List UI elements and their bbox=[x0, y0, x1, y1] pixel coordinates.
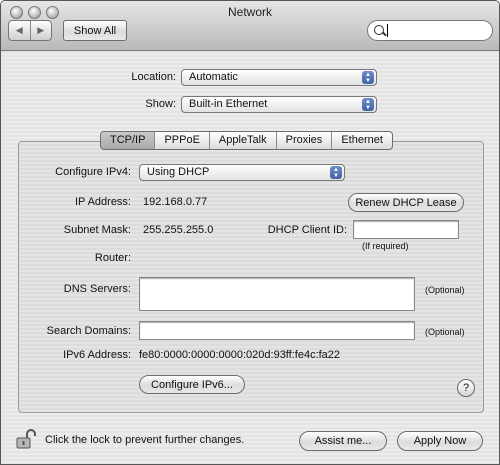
show-all-button[interactable]: Show All bbox=[63, 20, 127, 41]
unlocked-padlock-icon[interactable] bbox=[16, 428, 38, 450]
text-cursor bbox=[387, 24, 388, 37]
configure-ipv4-value: Using DHCP bbox=[147, 166, 210, 178]
location-label: Location: bbox=[131, 71, 176, 83]
tab-proxies[interactable]: Proxies bbox=[277, 132, 333, 149]
help-button[interactable]: ? bbox=[457, 379, 475, 397]
show-value: Built-in Ethernet bbox=[189, 98, 268, 110]
tab-tcpip[interactable]: TCP/IP bbox=[101, 132, 156, 149]
location-value: Automatic bbox=[189, 71, 238, 83]
popup-arrows-icon: ▲ ▼ bbox=[330, 166, 342, 179]
ipv6-address-label: IPv6 Address: bbox=[63, 349, 131, 361]
lock-message: Click the lock to prevent further change… bbox=[45, 434, 245, 446]
show-popup[interactable]: Built-in Ethernet ▲ ▼ bbox=[181, 96, 377, 113]
back-icon[interactable]: ◀ bbox=[9, 21, 31, 40]
dhcp-client-id-label: DHCP Client ID: bbox=[267, 224, 347, 236]
dns-servers-field[interactable] bbox=[139, 277, 415, 311]
subnet-mask-value: 255.255.255.0 bbox=[143, 224, 214, 236]
forward-icon[interactable]: ▶ bbox=[31, 21, 52, 40]
popup-arrows-icon: ▲ ▼ bbox=[362, 98, 374, 111]
popup-arrows-icon: ▲ ▼ bbox=[362, 71, 374, 84]
dhcp-client-id-field[interactable] bbox=[353, 220, 459, 239]
title-bar: Network ◀ ▶ Show All bbox=[1, 1, 499, 51]
apply-now-button[interactable]: Apply Now bbox=[397, 431, 483, 451]
back-forward-control: ◀ ▶ bbox=[8, 20, 52, 41]
ipv6-address-value: fe80:0000:0000:0000:020d:93ff:fe4c:fa22 bbox=[139, 349, 341, 361]
location-popup[interactable]: Automatic ▲ ▼ bbox=[181, 69, 377, 86]
router-label: Router: bbox=[94, 252, 131, 264]
if-required-hint: (If required) bbox=[362, 241, 409, 251]
dns-servers-label: DNS Servers: bbox=[63, 283, 131, 295]
search-domains-field[interactable] bbox=[139, 321, 415, 340]
search-domains-label: Search Domains: bbox=[46, 325, 131, 337]
search-icon bbox=[374, 25, 384, 35]
tab-appletalk[interactable]: AppleTalk bbox=[210, 132, 277, 149]
assist-me-button[interactable]: Assist me... bbox=[299, 431, 387, 451]
tab-ethernet[interactable]: Ethernet bbox=[332, 132, 392, 149]
ip-address-value: 192.168.0.77 bbox=[143, 196, 208, 208]
configure-ipv4-popup[interactable]: Using DHCP ▲ ▼ bbox=[139, 164, 345, 181]
search-domains-optional-hint: (Optional) bbox=[425, 327, 465, 337]
ip-address-label: IP Address: bbox=[74, 196, 131, 208]
show-label: Show: bbox=[145, 98, 176, 110]
subnet-mask-label: Subnet Mask: bbox=[63, 224, 131, 236]
tab-pppoe[interactable]: PPPoE bbox=[155, 132, 210, 149]
window-title: Network bbox=[227, 5, 272, 19]
configure-ipv6-button[interactable]: Configure IPv6... bbox=[139, 375, 245, 394]
tab-bar: TCP/IP PPPoE AppleTalk Proxies Ethernet bbox=[100, 131, 393, 150]
search-field[interactable] bbox=[367, 20, 493, 41]
renew-dhcp-lease-button[interactable]: Renew DHCP Lease bbox=[348, 193, 464, 212]
configure-ipv4-label: Configure IPv4: bbox=[55, 166, 131, 178]
network-preferences-window: Network ◀ ▶ Show All Location: Automatic… bbox=[0, 0, 500, 465]
dns-optional-hint: (Optional) bbox=[425, 285, 465, 295]
